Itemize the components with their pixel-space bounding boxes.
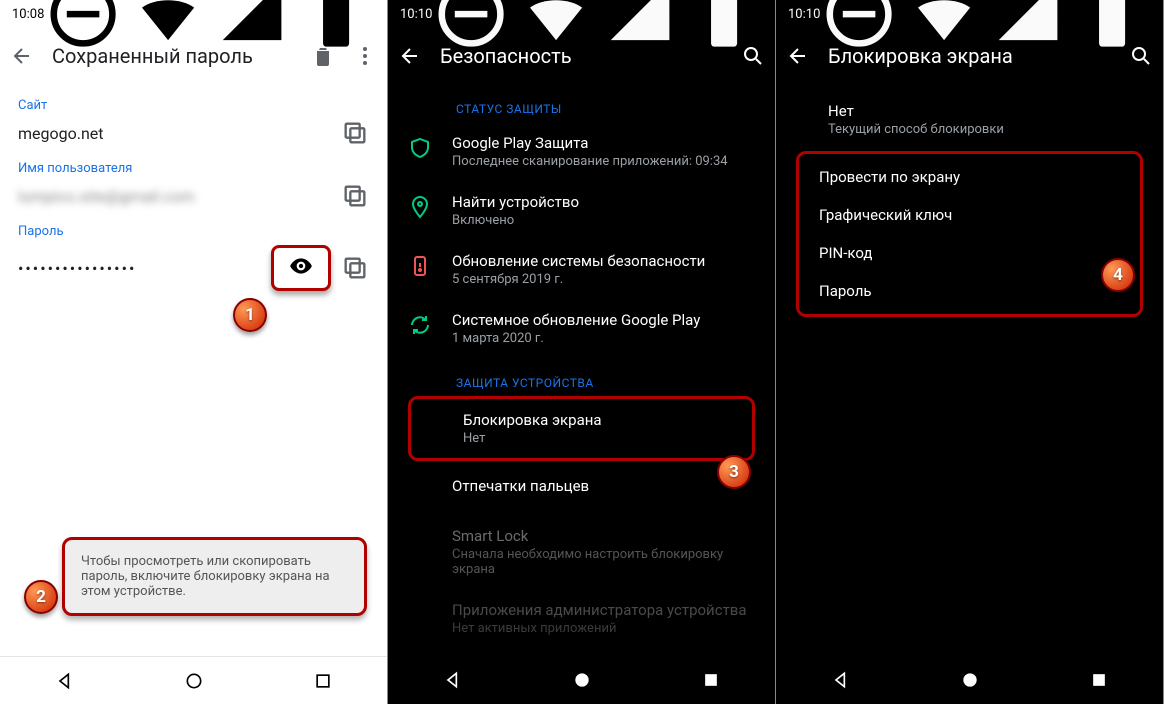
item-pattern[interactable]: Графический ключ — [799, 196, 1140, 234]
more-icon[interactable] — [353, 44, 377, 68]
item-pin[interactable]: PIN-код — [799, 234, 1140, 272]
location-icon — [408, 195, 432, 219]
nav-bar — [0, 656, 387, 704]
annotation-badge-1: 1 — [233, 298, 267, 332]
section-header: ЗАЩИТА УСТРОЙСТВА — [400, 376, 763, 390]
shield-icon — [408, 136, 432, 160]
annotation-badge-3: 3 — [717, 455, 751, 489]
phone-security: 10:10 Безопасность СТАТУС ЗАЩИТЫ Google … — [388, 0, 776, 704]
item-fingerprints[interactable]: Отпечатки пальцев — [400, 465, 763, 515]
item-none[interactable]: Нет Текущий способ блокировки — [808, 92, 1131, 147]
nav-back-icon[interactable] — [55, 671, 75, 691]
copy-icon[interactable] — [341, 254, 369, 282]
refresh-icon — [408, 313, 432, 337]
delete-icon[interactable] — [311, 44, 335, 68]
item-security-update[interactable]: Обновление системы безопасности5 сентябр… — [400, 240, 763, 299]
search-icon[interactable] — [1129, 44, 1153, 68]
item-password[interactable]: Пароль — [799, 272, 1140, 310]
clock: 10:10 — [400, 7, 432, 22]
search-icon[interactable] — [741, 44, 765, 68]
nav-home-icon[interactable] — [184, 671, 204, 691]
section-header: СТАТУС ЗАЩИТЫ — [400, 102, 763, 116]
annotation-badge-4: 4 — [1101, 258, 1135, 292]
nav-bar — [388, 656, 775, 704]
alert-icon — [408, 254, 432, 278]
password-value: •••••••••••••••• — [18, 259, 261, 278]
back-icon[interactable] — [786, 44, 810, 68]
item-screen-lock[interactable]: Блокировка экранаНет — [411, 403, 752, 454]
content: Сайт megogo.net Имя пользователя lumpico… — [0, 98, 387, 291]
copy-icon[interactable] — [341, 119, 369, 147]
item-admin-apps[interactable]: Приложения администратора устройстваНет … — [400, 589, 763, 648]
status-bar: 10:08 — [0, 0, 387, 28]
page-title: Безопасность — [440, 44, 723, 68]
phone-lock-screen: 10:10 Блокировка экрана Нет Текущий спос… — [776, 0, 1164, 704]
toast-message: Чтобы просмотреть или скопировать пароль… — [62, 537, 367, 616]
username-value: lumpico.site@gmail.com — [18, 187, 331, 206]
highlight-lock-screen: Блокировка экранаНет — [408, 396, 755, 461]
item-swipe[interactable]: Провести по экрану — [799, 158, 1140, 196]
password-label: Пароль — [18, 224, 369, 239]
status-bar: 10:10 — [776, 0, 1163, 28]
clock: 10:10 — [788, 7, 820, 22]
nav-back-icon[interactable] — [831, 670, 851, 690]
nav-recent-icon[interactable] — [313, 671, 333, 691]
nav-home-icon[interactable] — [572, 670, 592, 690]
item-play-protect[interactable]: Google Play ЗащитаПоследнее сканирование… — [400, 122, 763, 181]
page-title: Блокировка экрана — [828, 44, 1111, 68]
nav-recent-icon[interactable] — [1089, 670, 1109, 690]
page-title: Сохраненный пароль — [52, 44, 293, 68]
site-label: Сайт — [18, 98, 369, 113]
copy-icon[interactable] — [341, 182, 369, 210]
eye-icon — [288, 253, 314, 279]
annotation-badge-2: 2 — [24, 580, 58, 614]
site-value[interactable]: megogo.net — [18, 124, 331, 143]
nav-bar — [776, 656, 1163, 704]
back-icon[interactable] — [398, 44, 422, 68]
username-label: Имя пользователя — [18, 161, 369, 176]
content: Нет Текущий способ блокировки Провести п… — [776, 84, 1163, 329]
nav-home-icon[interactable] — [960, 670, 980, 690]
phone-saved-password: 10:08 Сохраненный пароль Сайт megogo.net… — [0, 0, 388, 704]
back-icon[interactable] — [10, 44, 34, 68]
nav-recent-icon[interactable] — [701, 670, 721, 690]
item-smart-lock: Smart LockСначала необходимо настроить б… — [400, 515, 763, 589]
highlight-lock-options: Провести по экрану Графический ключ PIN-… — [796, 151, 1143, 317]
status-bar: 10:10 — [388, 0, 775, 28]
reveal-password-button[interactable] — [271, 245, 331, 291]
item-find-device[interactable]: Найти устройствоВключено — [400, 181, 763, 240]
item-system-update[interactable]: Системное обновление Google Play1 марта … — [400, 299, 763, 358]
nav-back-icon[interactable] — [443, 670, 463, 690]
content: СТАТУС ЗАЩИТЫ Google Play ЗащитаПоследне… — [388, 102, 775, 648]
clock: 10:08 — [12, 7, 44, 22]
